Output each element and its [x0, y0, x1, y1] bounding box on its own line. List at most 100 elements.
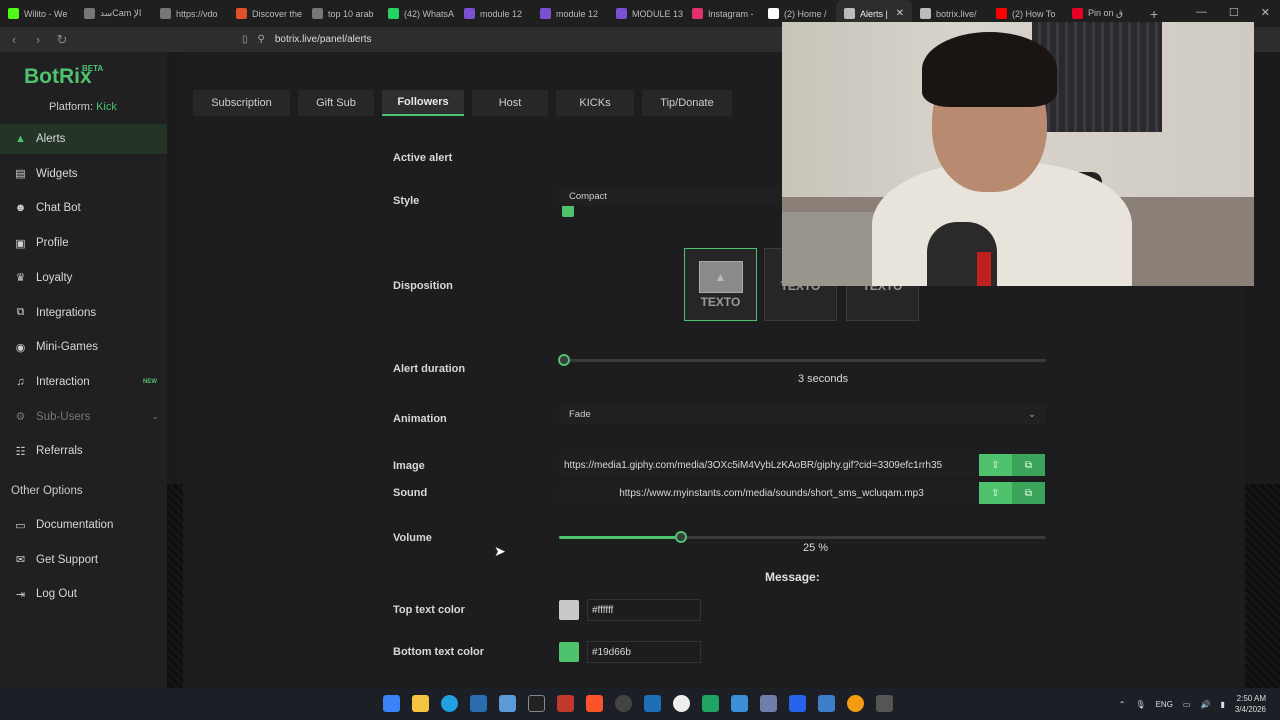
calculator-icon[interactable]	[876, 695, 893, 712]
sidebar-item-label: Documentation	[36, 519, 114, 531]
browser-tab[interactable]: module 12	[532, 0, 608, 27]
browser-tab[interactable]: module 12	[456, 0, 532, 27]
sidebar-item-integrations[interactable]: ⧉ Integrations	[0, 298, 167, 328]
minimize-icon[interactable]: —	[1196, 6, 1207, 19]
app-icon-6[interactable]	[818, 695, 835, 712]
tab-kicks[interactable]: KICKs	[556, 90, 634, 116]
style-select[interactable]: Compact	[559, 186, 783, 206]
sidebar-item-sub-users[interactable]: ⚙ Sub-Users ⌄	[0, 402, 167, 432]
top-color-swatch[interactable]	[559, 600, 579, 620]
app-icon-5[interactable]	[789, 695, 806, 712]
chevron-up-icon[interactable]: ⌃	[1119, 700, 1126, 709]
sidebar-item-mini-games[interactable]: ◉ Mini-Games	[0, 332, 167, 362]
tab-gift-sub[interactable]: Gift Sub	[298, 90, 374, 116]
back-icon[interactable]: ‹	[4, 32, 24, 47]
sidebar-item-chat-bot[interactable]: ☻ Chat Bot	[0, 193, 167, 223]
bookmark-icon[interactable]: ▯	[242, 34, 248, 45]
network-icon[interactable]: ▭	[1183, 700, 1191, 709]
duration-slider-handle[interactable]	[558, 354, 570, 366]
microphone-icon[interactable]: 🎙	[1135, 700, 1145, 709]
edge-icon[interactable]	[441, 695, 458, 712]
image-upload-button[interactable]: ⇪	[979, 454, 1012, 476]
message-section-title: Message:	[765, 570, 820, 584]
close-tab-icon[interactable]: ✕	[896, 8, 904, 19]
top-color-input[interactable]: #ffffff	[587, 599, 701, 621]
background-pattern-right	[1245, 484, 1280, 688]
disposition-option-1[interactable]: ▲ TEXTO	[684, 248, 757, 321]
vscode-icon[interactable]	[731, 695, 748, 712]
tab-subscription[interactable]: Subscription	[193, 90, 290, 116]
bottom-color-swatch[interactable]	[559, 642, 579, 662]
style-value: Compact	[569, 190, 608, 202]
site-info-icon[interactable]: ⚲	[258, 34, 265, 45]
other-options-title: Other Options	[11, 485, 83, 497]
url-text[interactable]: botrix.live/panel/alerts	[275, 34, 372, 45]
tab-tip-donate[interactable]: Tip/Donate	[642, 90, 732, 116]
bottom-color-input[interactable]: #19d66b	[587, 641, 701, 663]
active-alert-checkbox[interactable]	[562, 205, 574, 217]
sidebar-item-loyalty[interactable]: ♛ Loyalty	[0, 263, 167, 293]
sidebar-item-interaction[interactable]: ♫ Interaction NEW	[0, 367, 167, 397]
forward-icon[interactable]: ›	[28, 32, 48, 47]
start-icon[interactable]	[383, 695, 400, 712]
sidebar-item-widgets[interactable]: ▤ Widgets	[0, 159, 167, 189]
sidebar-item-label: Mini-Games	[36, 341, 98, 354]
url-field[interactable]: ▯ ⚲ botrix.live/panel/alerts	[242, 31, 372, 48]
store-icon[interactable]	[470, 695, 487, 712]
volume-slider[interactable]	[559, 531, 1046, 543]
tab-label: Wilito - We	[24, 8, 68, 19]
language-indicator[interactable]: ENG	[1156, 700, 1173, 709]
excel-icon[interactable]	[702, 695, 719, 712]
sound-upload-button[interactable]: ⇪	[979, 482, 1012, 504]
brave-icon[interactable]	[586, 695, 603, 712]
tab-followers[interactable]: Followers	[382, 90, 464, 116]
webcam-overlay	[782, 22, 1254, 286]
terminal-icon[interactable]	[528, 695, 545, 712]
browser-tab[interactable]: سدCam الإ	[76, 0, 152, 27]
sidebar-item-label: Get Support	[36, 553, 99, 566]
sidebar-item-get-support[interactable]: ✉ Get Support	[0, 545, 167, 575]
sidebar-item-log-out[interactable]: ⇥ Log Out	[0, 579, 167, 609]
sidebar-item-referrals[interactable]: ☷ Referrals	[0, 436, 167, 466]
sound-url-input[interactable]: https://www.myinstants.com/media/sounds/…	[559, 482, 979, 504]
browser-tab[interactable]: (42) WhatsA	[380, 0, 456, 27]
clock[interactable]: 2:50 AM 3/4/2026	[1235, 693, 1266, 715]
sidebar-item-documentation[interactable]: ▭ Documentation	[0, 510, 167, 540]
sidebar-item-alerts[interactable]: ▲ Alerts	[0, 124, 167, 154]
paint-icon[interactable]	[499, 695, 516, 712]
app-icon-2[interactable]	[644, 695, 661, 712]
style-label: Style	[393, 195, 420, 207]
battery-icon[interactable]: ▮	[1220, 700, 1224, 709]
app-icon[interactable]	[557, 695, 574, 712]
image-placeholder-icon: ▲	[698, 260, 743, 293]
browser-tab[interactable]: Wilito - We	[0, 0, 76, 27]
browser-tab[interactable]: Instagram -	[684, 0, 760, 27]
app-icon-4[interactable]	[760, 695, 777, 712]
close-window-icon[interactable]: ✕	[1261, 6, 1270, 19]
app-icon-3[interactable]	[673, 695, 690, 712]
browser-tab[interactable]: Discover the	[228, 0, 304, 27]
duration-slider[interactable]	[558, 354, 1046, 366]
sidebar-item-label: Chat Bot	[36, 202, 81, 215]
sidebar-item-profile[interactable]: ▣ Profile	[0, 228, 167, 258]
image-url-input[interactable]: https://media1.giphy.com/media/3OXc5iM4V…	[559, 454, 979, 476]
obs-icon[interactable]	[615, 695, 632, 712]
new-tab-button[interactable]: +	[1140, 6, 1168, 22]
app-icon-7[interactable]	[847, 695, 864, 712]
logo[interactable]: BotRix BETA	[24, 64, 103, 89]
file-explorer-icon[interactable]	[412, 695, 429, 712]
maximize-icon[interactable]: ☐	[1229, 6, 1239, 19]
volume-slider-handle[interactable]	[675, 531, 687, 543]
sidebar-item-label: Alerts	[36, 133, 66, 145]
volume-icon[interactable]: 🔊	[1200, 700, 1210, 709]
browser-tab[interactable]: top 10 arab	[304, 0, 380, 27]
browser-tab[interactable]: https://vdo	[152, 0, 228, 27]
tab-host[interactable]: Host	[472, 90, 548, 116]
browser-tab[interactable]: MODULE 13	[608, 0, 684, 27]
reload-icon[interactable]: ↻	[52, 32, 72, 48]
sound-gallery-button[interactable]: ⧉	[1012, 482, 1045, 504]
tab-favicon-icon	[1072, 8, 1083, 19]
platform-indicator: Platform: Kick	[49, 101, 117, 113]
image-gallery-button[interactable]: ⧉	[1012, 454, 1045, 476]
animation-select[interactable]: Fade ⌄	[559, 404, 1046, 424]
